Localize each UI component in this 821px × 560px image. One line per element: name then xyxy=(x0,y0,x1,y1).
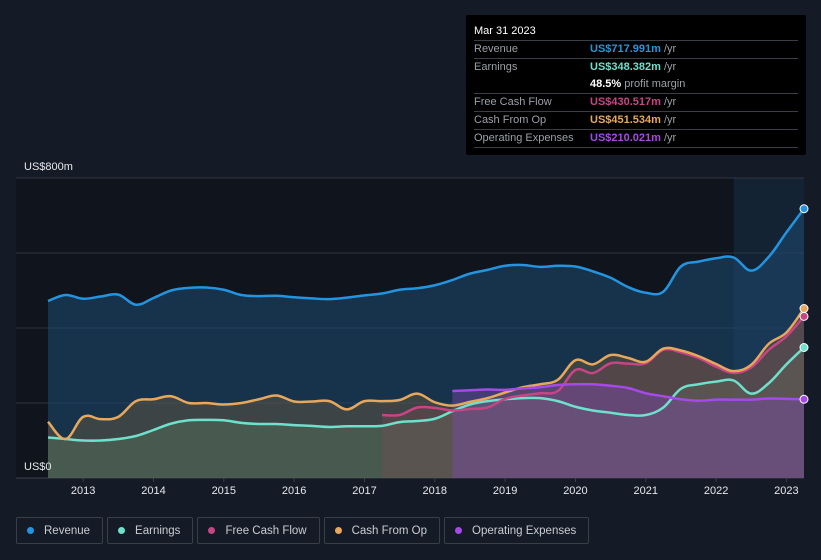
legend-item-earnings[interactable]: Earnings xyxy=(107,517,194,544)
tooltip-value: US$451.534m xyxy=(590,114,661,126)
cash-from-op-dot-icon xyxy=(334,527,342,534)
legend-label: Earnings xyxy=(135,524,181,537)
y-bottom-label: US$0 xyxy=(24,461,52,473)
x-tick-label: 2019 xyxy=(493,485,517,497)
legend-label: Revenue xyxy=(44,524,91,537)
x-tick-label: 2015 xyxy=(212,485,236,497)
x-tick-label: 2022 xyxy=(704,485,728,497)
tooltip-unit: /yr xyxy=(663,114,677,126)
tooltip-row-profit-margin: 48.5% profit margin xyxy=(474,76,798,94)
x-tick-label: 2023 xyxy=(774,485,798,497)
free-cash-flow-end-point xyxy=(799,311,809,321)
tooltip-value: US$348.382m xyxy=(590,61,661,73)
x-tick-label: 2021 xyxy=(634,485,658,497)
revenue-end-point xyxy=(799,204,809,214)
operating-expenses-end-point xyxy=(799,394,809,404)
tooltip-label: Cash From Op xyxy=(474,114,547,126)
tooltip-unit: /yr xyxy=(663,43,677,55)
tooltip-value: US$210.021m xyxy=(590,132,661,144)
tooltip-label: Free Cash Flow xyxy=(474,96,552,108)
profit-margin-value: 48.5% xyxy=(590,78,622,90)
tooltip-row-operating-expenses: Operating Expenses US$210.021m /yr xyxy=(474,130,798,148)
x-tick-label: 2020 xyxy=(563,485,587,497)
x-tick-label: 2017 xyxy=(352,485,376,497)
legend: Revenue Earnings Free Cash Flow Cash Fro… xyxy=(16,517,590,544)
tooltip-label: Operating Expenses xyxy=(474,132,574,144)
tooltip-label: Earnings xyxy=(474,61,518,73)
x-tick-label: 2013 xyxy=(71,485,95,497)
tooltip-row-revenue: Revenue US$717.991m /yr xyxy=(474,41,798,59)
operating-expenses-dot-icon xyxy=(455,527,463,534)
tooltip-label: Revenue xyxy=(474,43,519,55)
legend-label: Operating Expenses xyxy=(472,524,577,537)
earnings-dot-icon xyxy=(118,527,126,534)
legend-item-operating-expenses[interactable]: Operating Expenses xyxy=(444,517,590,544)
tooltip-value: US$717.991m xyxy=(590,43,661,55)
x-tick-label: 2016 xyxy=(282,485,306,497)
free-cash-flow-dot-icon xyxy=(208,527,216,534)
earnings-end-point xyxy=(799,343,809,352)
profit-margin-label: profit margin xyxy=(624,78,686,90)
legend-item-revenue[interactable]: Revenue xyxy=(16,517,104,544)
x-tick-label: 2018 xyxy=(423,485,447,497)
x-tick-label: 2014 xyxy=(141,485,165,497)
tooltip-unit: /yr xyxy=(663,132,677,144)
tooltip-date: Mar 31 2023 xyxy=(474,23,798,41)
tooltip-unit: /yr xyxy=(663,96,677,108)
legend-item-cash-from-op[interactable]: Cash From Op xyxy=(323,517,441,544)
tooltip-row-earnings: Earnings US$348.382m /yr xyxy=(474,59,798,76)
cash-from-op-end-point xyxy=(799,304,809,313)
tooltip: Mar 31 2023 Revenue US$717.991m /yr Earn… xyxy=(466,15,806,155)
tooltip-row-cash-from-op: Cash From Op US$451.534m /yr xyxy=(474,112,798,130)
legend-label: Cash From Op xyxy=(351,524,428,537)
legend-label: Free Cash Flow xyxy=(225,524,307,537)
tooltip-value: US$430.517m xyxy=(590,96,661,108)
legend-item-free-cash-flow[interactable]: Free Cash Flow xyxy=(197,517,320,544)
y-top-label: US$800m xyxy=(24,161,73,173)
tooltip-unit: /yr xyxy=(663,61,677,73)
revenue-dot-icon xyxy=(27,527,34,534)
tooltip-row-free-cash-flow: Free Cash Flow US$430.517m /yr xyxy=(474,94,798,112)
